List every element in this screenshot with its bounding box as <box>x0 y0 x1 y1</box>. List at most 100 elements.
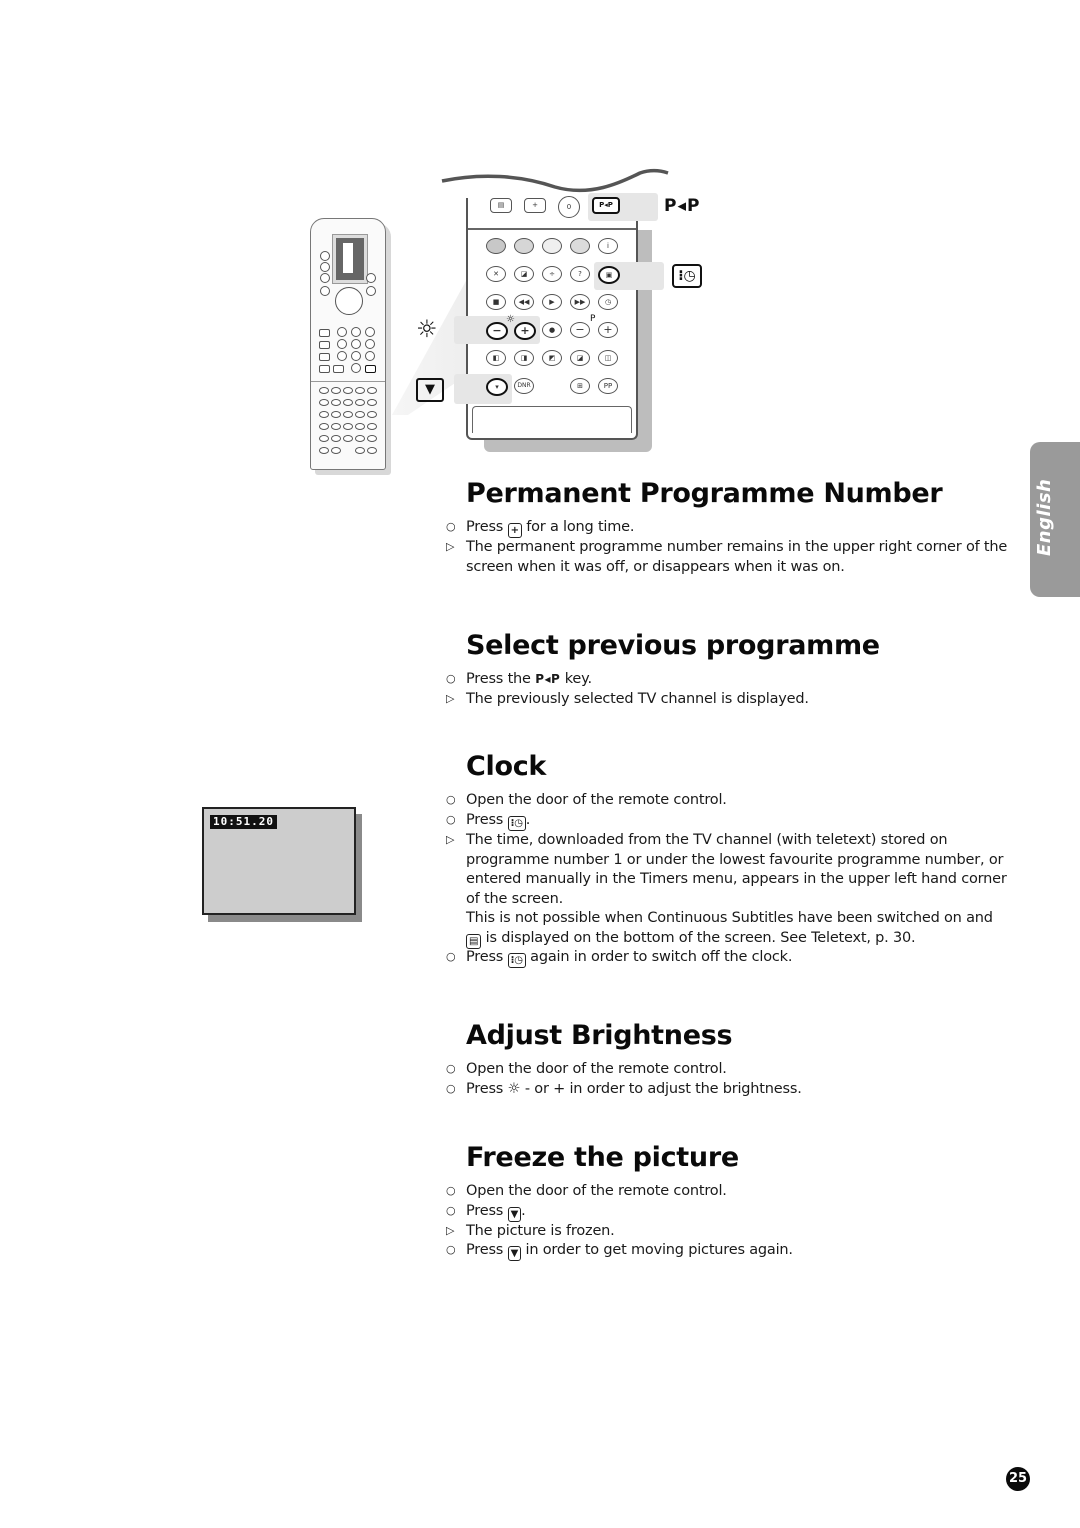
step-text: Press ☼ - or + in order to adjust the br… <box>466 1080 802 1100</box>
step-bullet: ○ <box>446 1204 456 1217</box>
help-button: ? <box>570 266 590 282</box>
dnr-button: DNR <box>514 378 534 394</box>
remote-door-button <box>355 411 365 418</box>
remote-button <box>365 365 376 373</box>
remote-door-button <box>367 423 377 430</box>
pip-freeze-button: ◫ <box>598 350 618 366</box>
remote-door-button <box>331 387 341 394</box>
yellow-button <box>542 238 562 254</box>
section-title-select-previous-programme: Select previous programme <box>466 630 880 661</box>
clock-key-icon: ⁝◷ <box>507 953 526 968</box>
step-text-after: . <box>521 1203 526 1219</box>
remote-button <box>337 351 347 361</box>
mix-button: ◪ <box>514 266 534 282</box>
step-bullet: ○ <box>446 813 456 826</box>
teletext-button: ▤ <box>490 198 512 213</box>
step-text-before: Press <box>466 1081 504 1097</box>
remote-control-detail: ▤ + 0 P◂P i ✕ ◪ ÷ ? ▣ ■ ◀◀ ▶ ▶▶ ◷ − ☼ + … <box>454 193 664 440</box>
step-text: Open the door of the remote control. <box>466 792 727 808</box>
remote-button <box>351 351 361 361</box>
step-bullet: ○ <box>446 1243 456 1256</box>
result-text: programme number 1 or under the lowest f… <box>466 852 1004 868</box>
remote-door-button <box>355 423 365 430</box>
remote-button <box>365 351 375 361</box>
sun-inline-icon: ☼ <box>507 1081 521 1097</box>
blue-button <box>570 238 590 254</box>
result-bullet: ▷ <box>446 540 455 553</box>
result-bullet: ▷ <box>446 1224 455 1237</box>
remote-door-button <box>331 411 341 418</box>
step-text-before: Press <box>466 519 504 535</box>
remote-door-button <box>319 423 329 430</box>
remote-door-button <box>343 399 353 406</box>
step-text-after: in order to get moving pictures again. <box>525 1242 794 1258</box>
remote-button <box>319 365 330 373</box>
remote-door-button <box>331 447 341 454</box>
remote-door-button <box>331 435 341 442</box>
pip-position-button: ◨ <box>514 350 534 366</box>
remote-door-line <box>311 381 385 382</box>
remote-button <box>366 273 376 283</box>
info-button: i <box>598 238 618 254</box>
remote-button <box>365 327 375 337</box>
remote-button <box>351 339 361 349</box>
pip-key-label: P◂P <box>664 196 701 216</box>
programme-label: P <box>590 314 596 324</box>
step-text-before: Press the <box>466 671 531 687</box>
reveal-button: ÷ <box>542 266 562 282</box>
remote-door-button <box>319 447 329 454</box>
freeze-button: ▾ <box>486 378 508 396</box>
green-button <box>514 238 534 254</box>
remote-bottom-panel <box>472 406 632 433</box>
step-text-before: Press <box>466 1242 504 1258</box>
fast-forward-button: ▶▶ <box>570 294 590 310</box>
stop-button: ■ <box>486 294 506 310</box>
pip-key-inline: P◂P <box>535 672 561 686</box>
section-title-adjust-brightness: Adjust Brightness <box>466 1020 733 1051</box>
remote-door-button <box>319 387 329 394</box>
step-text: Press ⁝◷ again in order to switch off th… <box>466 948 792 968</box>
section-title-freeze-the-picture: Freeze the picture <box>466 1142 739 1173</box>
pp-button: PP <box>598 378 618 394</box>
timer-button: ◷ <box>598 294 618 310</box>
tv-screen: 10:51.20 <box>202 807 356 915</box>
plus-key-icon: + <box>507 523 522 538</box>
programme-plus-button: + <box>598 322 618 338</box>
step-bullet: ○ <box>446 672 456 685</box>
remote-door-button <box>343 387 353 394</box>
step-bullet: ○ <box>446 520 456 533</box>
remote-button <box>320 262 330 272</box>
sun-small-icon: ☼ <box>506 314 515 325</box>
result-text: The time, downloaded from the TV channel… <box>466 832 948 848</box>
step-bullet: ○ <box>446 1062 456 1075</box>
language-tab: English <box>1030 442 1080 597</box>
clock-teletext-icon: ⁝◷ <box>672 264 702 288</box>
section-title-permanent-programme-number: Permanent Programme Number <box>466 478 943 509</box>
remote-button <box>320 251 330 261</box>
step-text: Press the P◂P key. <box>466 670 592 690</box>
clock-key-icon: ⁝◷ <box>507 816 526 831</box>
step-bullet: ○ <box>446 1082 456 1095</box>
step-text: Open the door of the remote control. <box>466 1183 727 1199</box>
freeze-key-icon: ▼ <box>507 1207 522 1222</box>
remote-button <box>366 286 376 296</box>
remote-door-edge <box>468 228 636 230</box>
remote-door-button <box>343 411 353 418</box>
step-text: Press + for a long time. <box>466 518 635 538</box>
pip-button: P◂P <box>592 197 620 214</box>
remote-button <box>333 365 344 373</box>
programme-minus-button: − <box>570 322 590 338</box>
result-text: The permanent programme number remains i… <box>466 539 1008 555</box>
pip-source-button: ◪ <box>570 350 590 366</box>
remote-door-button <box>355 387 365 394</box>
result-text: entered manually in the Timers menu, app… <box>466 871 1007 887</box>
pip-button-label: P◂P <box>599 201 613 209</box>
result-text: screen when it was off, or disappears wh… <box>466 559 845 575</box>
result-bullet: ▷ <box>446 833 455 846</box>
remote-door-button <box>343 435 353 442</box>
result-text: of the screen. <box>466 891 564 907</box>
remote-display <box>332 234 368 284</box>
step-text-after: - or + in order to adjust the brightness… <box>524 1081 802 1097</box>
format-button: ⊞ <box>570 378 590 394</box>
standby-button: 0 <box>558 196 580 218</box>
